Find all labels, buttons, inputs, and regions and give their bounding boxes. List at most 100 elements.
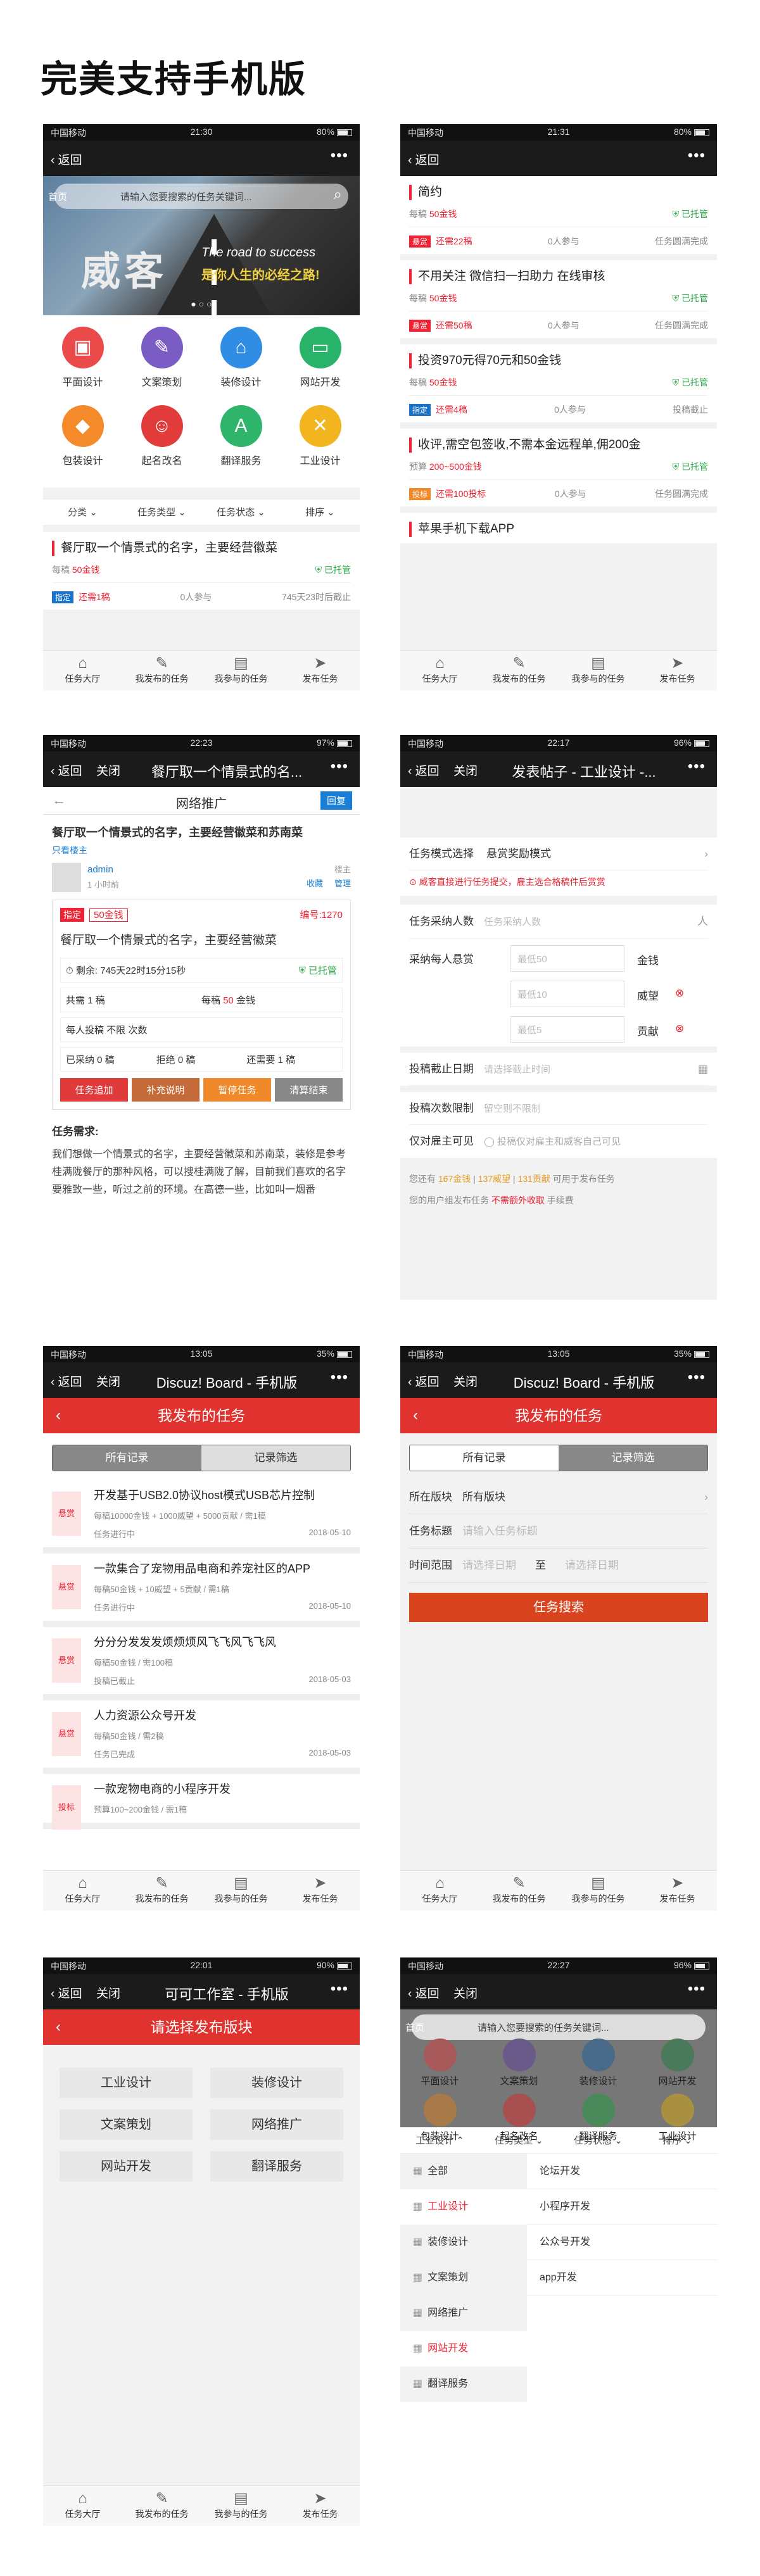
my-task-item[interactable]: 悬赏 一款集合了宠物用品电商和养宠社区的APP 每稿50金钱 + 10威望 + 5贡… [43, 1554, 360, 1627]
back-button[interactable]: ‹ 返回 [51, 1373, 82, 1390]
category-decoration[interactable]: ⌂ 装修设计 [201, 323, 281, 401]
close-button[interactable]: 关闭 [453, 1373, 478, 1390]
tab-all-records[interactable]: 所有记录 [53, 1445, 201, 1471]
close-button[interactable]: 关闭 [96, 762, 120, 779]
tab-publish[interactable]: ➤ 发布任务 [638, 1871, 717, 1911]
tab-task-hall[interactable]: ⌂ 任务大厅 [400, 1871, 479, 1911]
tab-my-posted[interactable]: ✎ 我发布的任务 [122, 1871, 201, 1911]
back-button[interactable]: ‹ 返回 [51, 762, 82, 779]
task-card[interactable]: 苹果手机下载APP [400, 513, 717, 543]
search-icon[interactable]: ⌕ [334, 186, 342, 204]
filter-type[interactable]: 任务类型 ⌄ [122, 499, 201, 525]
my-task-item[interactable]: 悬赏 人力资源公众号开发 每稿50金钱 / 需2稿 任务已完成 2018-05-03 [43, 1700, 360, 1774]
section-decoration[interactable]: 装修设计 [210, 2068, 343, 2098]
avatar[interactable] [52, 863, 81, 892]
tab-publish[interactable]: ➤ 发布任务 [281, 1871, 360, 1911]
submit-limit-input[interactable]: 留空则不限制 [484, 1103, 541, 1114]
search-input[interactable]: 请输入您要搜索的任务关键词... [478, 2023, 609, 2033]
manage-link[interactable]: 管理 [334, 877, 351, 889]
tab-task-hall[interactable]: ⌂ 任务大厅 [43, 1871, 122, 1911]
task-card[interactable]: 餐厅取一个情景式的名字，主要经营徽菜 每稿 50金钱 ⛨ 已托管 指定 还需1稿 0人… [43, 532, 360, 610]
task-card[interactable]: 收评,需空包签收,不需本金远程单,佣200金 预算 200~500金钱 ⛨ 已托管投… [400, 429, 717, 506]
close-button[interactable]: 关闭 [453, 1984, 478, 2001]
section-translation[interactable]: 翻译服务 [210, 2151, 343, 2182]
my-task-item[interactable]: 悬赏 开发基于USB2.0协议host模式USB芯片控制 每稿10000金钱 + 1… [43, 1480, 360, 1554]
only-author-link[interactable]: 只看楼主 [52, 844, 351, 857]
remove-icon[interactable]: ⊗ [675, 1022, 684, 1035]
more-icon[interactable]: ••• [688, 1980, 706, 1998]
dropdown-subcategory-item[interactable]: 公众号开发 [527, 2225, 717, 2260]
search-input[interactable]: 请输入您要搜索的任务关键词... [120, 192, 252, 203]
mode-select[interactable]: 任务模式选择 悬赏奖励模式 › [409, 838, 708, 870]
task-title-input[interactable]: 请输入任务标题 [462, 1525, 538, 1537]
home-link[interactable]: 首页 [48, 190, 67, 203]
adopt-count-input[interactable]: 任务采纳人数 [484, 917, 541, 927]
tab-my-joined[interactable]: ▤ 我参与的任务 [201, 651, 281, 691]
dropdown-category-item[interactable]: ▦ 网站开发 [400, 2331, 527, 2366]
back-button[interactable]: ‹ 返回 [51, 151, 82, 168]
tab-my-posted[interactable]: ✎ 我发布的任务 [122, 651, 201, 691]
back-button[interactable]: ‹ 返回 [408, 151, 440, 168]
more-icon[interactable]: ••• [688, 147, 706, 165]
tab-my-posted[interactable]: ✎ 我发布的任务 [479, 1871, 559, 1911]
dropdown-subcategory-item[interactable]: 论坛开发 [527, 2154, 717, 2189]
dropdown-category-item[interactable]: ▦ 全部 [400, 2154, 527, 2189]
section-copywriting[interactable]: 文案策划 [60, 2109, 193, 2140]
tab-task-hall[interactable]: ⌂ 任务大厅 [43, 651, 122, 691]
dropdown-category-item[interactable]: ▦ 工业设计 [400, 2189, 527, 2225]
dropdown-category-item[interactable]: ▦ 文案策划 [400, 2260, 527, 2296]
reply-button[interactable]: 回复 [320, 791, 352, 810]
tab-my-joined[interactable]: ▤ 我参与的任务 [201, 1871, 281, 1911]
tab-all-records[interactable]: 所有记录 [410, 1445, 559, 1471]
dropdown-subcategory-item[interactable]: app开发 [527, 2260, 717, 2296]
tab-task-hall[interactable]: ⌂ 任务大厅 [400, 651, 479, 691]
dimmed-overlay[interactable]: 首页 请输入您要搜索的任务关键词... 平面设计 文案策划 装修设计 网站开发 … [400, 2009, 717, 2142]
supplement-button[interactable]: 补充说明 [132, 1078, 200, 1102]
tab-my-posted[interactable]: ✎ 我发布的任务 [122, 2486, 201, 2526]
favorite-link[interactable]: 收藏 [307, 877, 323, 889]
back-button[interactable]: ‹ 返回 [408, 1984, 440, 2001]
tab-filter-records[interactable]: 记录筛选 [559, 1445, 707, 1471]
task-search-button[interactable]: 任务搜索 [409, 1593, 708, 1622]
category-translation[interactable]: A 翻译服务 [201, 401, 281, 480]
append-task-button[interactable]: 任务追加 [60, 1078, 128, 1102]
task-card[interactable]: 简约 每稿 50金钱 ⛨ 已托管 悬赏 还需22稿 0人参与 任务圆满完成 [400, 176, 717, 254]
tab-filter-records[interactable]: 记录筛选 [201, 1445, 350, 1471]
my-task-item[interactable]: 投标 一款宠物电商的小程序开发 预算100~200金钱 / 需1稿 [43, 1774, 360, 1830]
back-button[interactable]: ‹ 返回 [408, 1373, 440, 1390]
filter-status[interactable]: 任务状态 ⌄ [201, 499, 281, 525]
chevron-left-icon[interactable]: ‹ [413, 1398, 418, 1433]
tab-my-joined[interactable]: ▤ 我参与的任务 [559, 651, 638, 691]
more-icon[interactable]: ••• [688, 758, 706, 776]
section-industrial[interactable]: 工业设计 [60, 2068, 193, 2098]
dropdown-subcategory-item[interactable]: 小程序开发 [527, 2189, 717, 2225]
category-industrial[interactable]: ✕ 工业设计 [281, 401, 360, 480]
category-packaging[interactable]: ◆ 包装设计 [43, 401, 122, 480]
more-icon[interactable]: ••• [331, 1980, 348, 1998]
more-icon[interactable]: ••• [331, 147, 348, 165]
end-date-input[interactable]: 请选择日期 [565, 1559, 619, 1571]
category-web-dev[interactable]: ▭ 网站开发 [281, 323, 360, 401]
close-button[interactable]: 关闭 [96, 1984, 120, 2001]
start-date-input[interactable]: 请选择日期 [462, 1559, 516, 1571]
my-task-item[interactable]: 悬赏 分分分发发发烦烦烦风飞飞风飞飞风 每稿50金钱 / 需100稿 投稿已截止 201… [43, 1627, 360, 1700]
calendar-icon[interactable]: ▦ [698, 1053, 708, 1086]
carousel-dots[interactable]: ● ○ ○ [43, 299, 360, 309]
remove-icon[interactable]: ⊗ [675, 987, 684, 1000]
filter-sort[interactable]: 排序 ⌄ [281, 499, 360, 525]
hero-banner[interactable]: 首页 请输入您要搜索的任务关键词... ⌕ 威客 The road to suc… [43, 176, 360, 315]
contribution-reward-input[interactable]: 最低5 [510, 1016, 624, 1043]
dropdown-category-item[interactable]: ▦ 装修设计 [400, 2225, 527, 2260]
more-icon[interactable]: ••• [688, 1369, 706, 1386]
back-button[interactable]: ‹ 返回 [408, 762, 440, 779]
more-icon[interactable]: ••• [331, 1369, 348, 1386]
tab-task-hall[interactable]: ⌂ 任务大厅 [43, 2486, 122, 2526]
dropdown-category-item[interactable]: ▦ 翻译服务 [400, 2366, 527, 2402]
tab-my-posted[interactable]: ✎ 我发布的任务 [479, 651, 559, 691]
settle-button[interactable]: 清算结束 [275, 1078, 343, 1102]
section-select[interactable]: 所在版块 所有版块 › [409, 1480, 708, 1514]
tab-publish[interactable]: ➤ 发布任务 [281, 2486, 360, 2526]
close-button[interactable]: 关闭 [96, 1373, 120, 1390]
prestige-reward-input[interactable]: 最低10 [510, 981, 624, 1007]
tab-publish[interactable]: ➤ 发布任务 [638, 651, 717, 691]
